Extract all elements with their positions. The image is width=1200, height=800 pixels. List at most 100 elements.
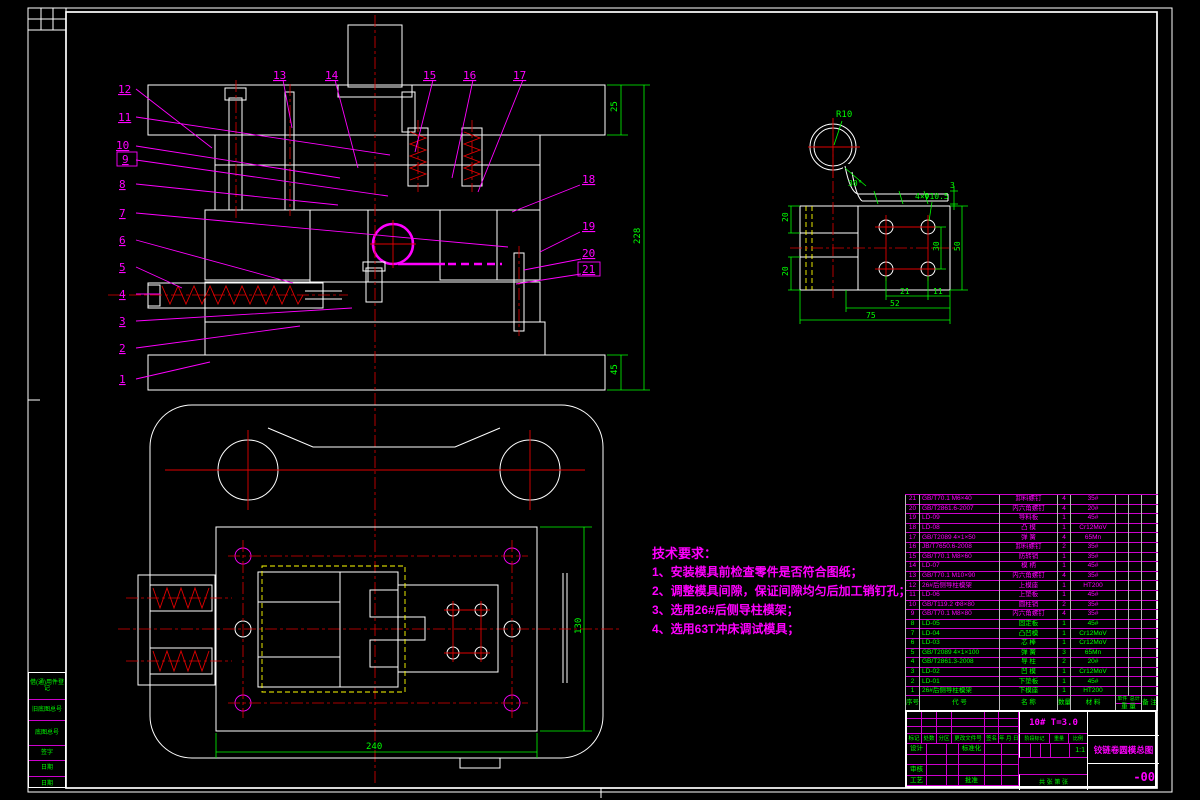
bom-unit-weight [1115, 657, 1129, 668]
bom-part-name: 内六角螺钉 [999, 609, 1058, 620]
bom-no: 10 [905, 599, 920, 610]
bom-no: 3 [905, 666, 920, 677]
bom-remark [1141, 657, 1158, 668]
bom-row: 12 26#后侧导柱模架 上模座 1 HT200 [905, 580, 1158, 591]
dim-45: 45 [610, 364, 620, 375]
callout-2: 2 [119, 342, 126, 355]
bom-code: 26#后侧导柱模架 [919, 685, 1000, 696]
bom-total-weight [1128, 599, 1142, 610]
label-date: 年 月 日 [999, 734, 1019, 744]
bom-row: 13 GB/T70.1 M10×90 内六角螺钉 4 35# [905, 570, 1158, 581]
die-plan-view: 240 130 [118, 404, 622, 769]
bom-code: GB/T70.1 M6×40 [919, 494, 1000, 505]
callout-13: 13 [273, 69, 286, 82]
bom-material: 35# [1070, 551, 1116, 562]
bom-part-name: 凸 模 [999, 522, 1058, 533]
bom-row: 4 GB/T2861.3-2008 导 柱 2 20# [905, 657, 1158, 668]
bom-code: JB/T7650.6-2008 [919, 541, 1000, 553]
tech-req-item: 3、选用26#后侧导柱模架； [652, 603, 799, 617]
bom-unit-weight [1115, 532, 1129, 543]
tech-req-item: 1、安装模具前检查零件是否符合图纸； [652, 565, 863, 579]
label-check: 审核 [907, 765, 927, 776]
bom-qty: 1 [1057, 513, 1071, 524]
bom-unit-weight [1115, 580, 1129, 591]
dim-130: 130 [574, 618, 584, 634]
bom-part-name: 内六角螺钉 [999, 503, 1058, 514]
dim-angle: 30° [848, 179, 862, 188]
dim-hole-callout: 4×Φ10.5 [915, 192, 949, 201]
bom-unit-weight [1115, 609, 1129, 620]
bom-header-total-weight: 总计 [1129, 696, 1140, 703]
bom-remark [1141, 609, 1158, 620]
bom-part-name: 弹 簧 [999, 647, 1058, 658]
bom-qty: 1 [1057, 522, 1071, 533]
bom-part-name: 下垫板 [999, 676, 1058, 687]
bom-code: LD-07 [919, 561, 1000, 572]
bom-no: 11 [905, 589, 920, 601]
bom-header-row: 序号 代 号 名 称 数量 材 料 单件 总计 重 量 备 注 [905, 695, 1158, 711]
bom-row: 20 GB/T2861.6-2007 内六角螺钉 4 20# [905, 503, 1158, 514]
bom-header-material: 材 料 [1070, 695, 1116, 711]
bom-qty: 2 [1057, 541, 1071, 553]
bom-total-weight [1128, 618, 1142, 629]
callout-8: 8 [119, 178, 126, 191]
label-design: 设计 [907, 744, 927, 755]
bom-remark [1141, 570, 1158, 581]
bom-remark [1141, 551, 1158, 562]
callout-17: 17 [513, 69, 526, 82]
bom-no: 9 [905, 609, 920, 620]
bom-remark [1141, 685, 1158, 696]
bom-material: Cr12MoV [1070, 628, 1116, 639]
bom-row: 3 LD-02 凹 模 1 Cr12MoV [905, 666, 1158, 677]
strip-signature: 签字 [29, 746, 65, 761]
dim-20-bottom: 20 [781, 266, 790, 276]
bom-material: 45# [1070, 561, 1116, 572]
bom-code: GB/T70.1 M8×60 [919, 551, 1000, 562]
bom-row: 6 LD-03 芯 棒 1 Cr12MoV [905, 637, 1158, 648]
strip-base-no: 底图总号 [29, 721, 65, 746]
callout-19: 19 [582, 220, 595, 233]
bom-no: 16 [905, 541, 920, 553]
bom-code: GB/T2861.6-2007 [919, 503, 1000, 514]
drawing-number: -00 [1087, 764, 1159, 790]
bom-code: LD-09 [919, 513, 1000, 524]
bom-remark [1141, 618, 1158, 629]
bom-unit-weight [1115, 522, 1129, 533]
bom-row: 21 GB/T70.1 M6×40 卸料螺钉 4 35# [905, 494, 1158, 505]
bom-row: 15 GB/T70.1 M8×60 防转销 1 35# [905, 551, 1158, 562]
callout-10: 10 [116, 139, 129, 152]
bom-no: 14 [905, 561, 920, 572]
callout-11: 11 [118, 111, 131, 124]
bom-part-name: 卸料螺钉 [999, 494, 1058, 505]
callout-4: 4 [119, 288, 126, 301]
bom-total-weight [1128, 503, 1142, 514]
bom-no: 2 [905, 676, 920, 687]
bom-total-weight [1128, 561, 1142, 572]
dim-228: 228 [633, 228, 643, 244]
bom-part-name: 防转销 [999, 551, 1058, 562]
bom-part-name: 弹 簧 [999, 532, 1058, 543]
technical-requirements: 技术要求： 1、安装模具前检查零件是否符合图纸； 2、调整模具间隙，保证间隙均匀… [652, 544, 932, 639]
bom-no: 5 [905, 647, 920, 658]
bom-qty: 1 [1057, 628, 1071, 639]
bom-total-weight [1128, 676, 1142, 687]
bom-material: 35# [1070, 599, 1116, 610]
bom-remark [1141, 580, 1158, 591]
bom-qty: 1 [1057, 618, 1071, 629]
bom-material: 35# [1070, 541, 1116, 553]
callout-18: 18 [582, 173, 595, 186]
strip-date-2: 日期 [40, 781, 53, 788]
bom-qty: 4 [1057, 570, 1071, 581]
bom-remark [1141, 676, 1158, 687]
dim-20-top: 20 [781, 212, 790, 222]
bom-unit-weight [1115, 494, 1129, 505]
bom-header-code: 代 号 [919, 695, 1000, 711]
label-signature: 签名 [985, 734, 999, 744]
bom-material: 20# [1070, 503, 1116, 514]
bom-part-name: 模 柄 [999, 561, 1058, 572]
bom-material: 65Mn [1070, 532, 1116, 543]
bom-qty: 4 [1057, 532, 1071, 543]
bom-unit-weight [1115, 647, 1129, 658]
bom-unit-weight [1115, 503, 1129, 514]
callout-20: 20 [582, 247, 595, 260]
